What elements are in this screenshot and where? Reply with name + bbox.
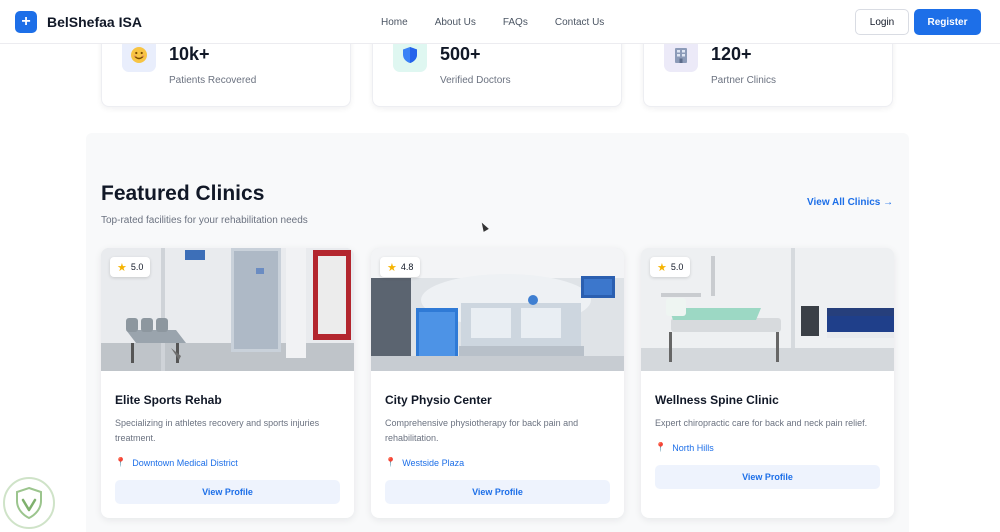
stat-label: Patients Recovered (169, 75, 257, 86)
star-icon: ★ (387, 261, 397, 274)
clinic-description: Specializing in athletes recovery and sp… (115, 418, 320, 443)
rating-badge: ★ 5.0 (650, 257, 691, 277)
register-button[interactable]: Register (914, 9, 981, 35)
nav-link-contact-us[interactable]: Contact Us (555, 17, 604, 28)
clinic-card-elite-sports-rehab[interactable]: ★ 5.0 Elite Sports Rehab Specializing in… (101, 248, 354, 518)
clinic-location[interactable]: 📍 Downtown Medical District (115, 457, 238, 468)
nav-link-faqs[interactable]: FAQs (503, 17, 528, 28)
stat-label: Partner Clinics (711, 75, 777, 86)
stat-value: 120+ (711, 44, 752, 64)
clinic-location-text: Westside Plaza (402, 457, 465, 468)
stat-label: Verified Doctors (440, 75, 511, 86)
clinic-location-text: North Hills (672, 442, 714, 453)
plus-logo-icon: + (15, 11, 37, 33)
login-button[interactable]: Login (855, 9, 909, 35)
view-profile-button[interactable]: View Profile (385, 480, 610, 504)
clinic-card-wellness-spine-clinic[interactable]: ★ 5.0 Wellness Spine Clinic Expert chiro… (641, 248, 894, 518)
clinic-location[interactable]: 📍 Westside Plaza (385, 457, 464, 468)
map-pin-icon: 📍 (385, 457, 397, 467)
stat-value: 500+ (440, 44, 481, 64)
brand-name: BelShefaa ISA (47, 14, 142, 30)
section-subtitle: Top-rated facilities for your rehabilita… (101, 215, 308, 226)
map-pin-icon: 📍 (115, 457, 127, 467)
section-title: Featured Clinics (101, 182, 265, 205)
rating-value: 5.0 (130, 262, 144, 272)
main-nav: Home About Us FAQs Contact Us (381, 17, 631, 28)
nav-link-about-us[interactable]: About Us (435, 17, 476, 28)
clinic-location-text: Downtown Medical District (132, 457, 238, 468)
rating-value: 4.8 (400, 262, 414, 272)
clinic-description: Comprehensive physiotherapy for back pai… (385, 418, 579, 443)
clinic-name: City Physio Center (385, 393, 492, 407)
brand[interactable]: + BelShefaa ISA (15, 11, 142, 33)
clinic-description: Expert chiropractic care for back and ne… (655, 418, 868, 428)
clinic-name: Wellness Spine Clinic (655, 393, 779, 407)
star-icon: ★ (657, 261, 667, 274)
clinic-location[interactable]: 📍 North Hills (655, 442, 714, 453)
stat-value: 10k+ (169, 44, 210, 64)
star-icon: ★ (117, 261, 127, 274)
top-navbar: + BelShefaa ISA Home About Us FAQs Conta… (0, 0, 1000, 44)
view-profile-button[interactable]: View Profile (655, 465, 880, 489)
nav-link-home[interactable]: Home (381, 17, 408, 28)
rating-badge: ★ 4.8 (380, 257, 421, 277)
map-pin-icon: 📍 (655, 442, 667, 452)
view-profile-button[interactable]: View Profile (115, 480, 340, 504)
view-all-clinics-link[interactable]: View All Clinics → (807, 197, 893, 208)
rating-value: 5.0 (670, 262, 684, 272)
clinic-name: Elite Sports Rehab (115, 393, 222, 407)
watermark-logo-icon (3, 477, 55, 529)
rating-badge: ★ 5.0 (110, 257, 151, 277)
clinic-card-city-physio-center[interactable]: ★ 4.8 City Physio Center Comprehensive p… (371, 248, 624, 518)
